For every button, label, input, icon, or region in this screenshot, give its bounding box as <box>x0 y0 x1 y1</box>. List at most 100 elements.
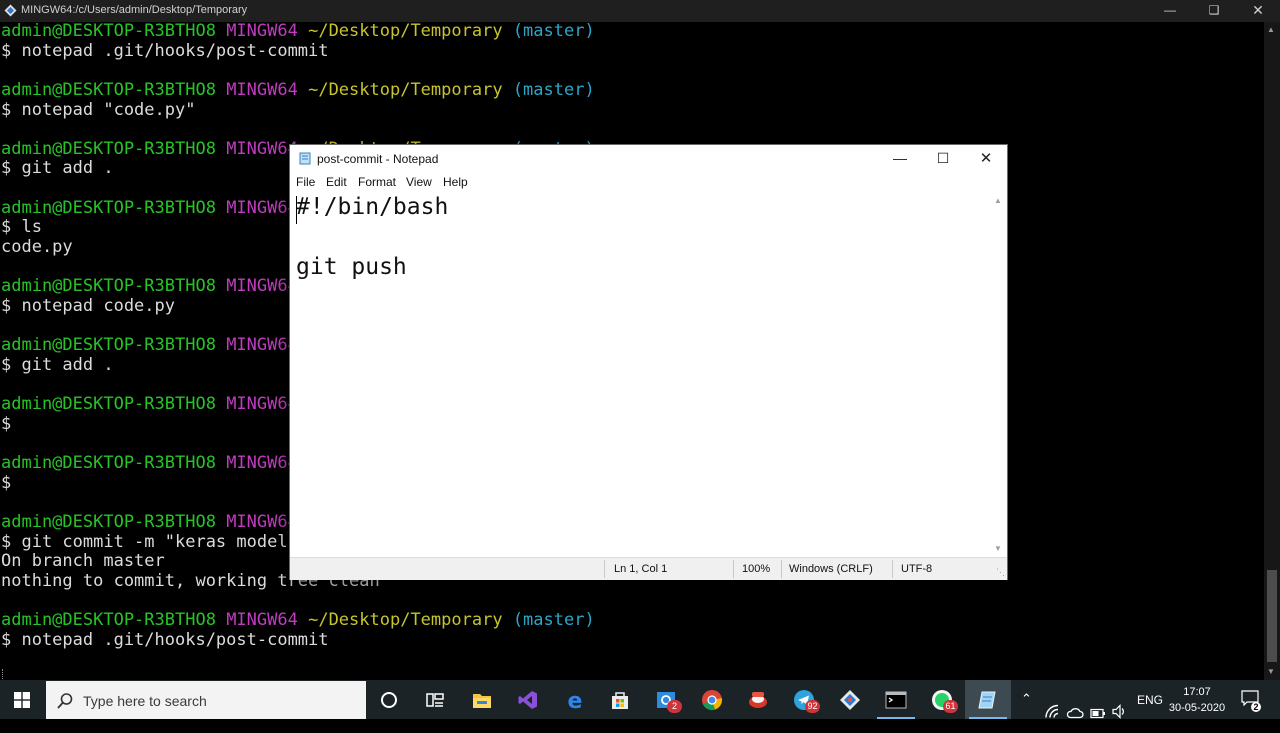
prompt-user-host: admin@DESKTOP-R3BTHO8 <box>1 79 216 100</box>
status-line-ending: Windows (CRLF) <box>789 563 873 575</box>
terminal-command: $ notepad .git/hooks/post-commit <box>1 40 329 61</box>
notepad-titlebar[interactable]: post-commit - Notepad — ☐ ✕ <box>290 145 1007 173</box>
prompt-env: MINGW64 <box>226 335 298 356</box>
terminal-titlebar[interactable]: MINGW64:/c/Users/admin/Desktop/Temporary… <box>0 0 1280 22</box>
prompt-path: ~/Desktop/Temporary <box>308 22 503 41</box>
status-zoom: 100% <box>742 563 771 575</box>
terminal-icon <box>885 691 907 709</box>
terminal-command: $ notepad "code.py" <box>1 99 196 120</box>
taskbar-task-view[interactable] <box>412 680 458 719</box>
taskbar-red-app[interactable] <box>735 680 781 719</box>
clock-date: 30-05-2020 <box>1168 702 1226 714</box>
taskbar-cortana[interactable] <box>366 680 412 719</box>
folder-icon <box>473 694 491 708</box>
taskbar-search-box[interactable]: Type here to search <box>46 681 366 719</box>
edge-icon: e <box>568 689 583 711</box>
taskbar-git[interactable] <box>827 680 873 719</box>
action-center-button[interactable]: 2 <box>1236 680 1280 719</box>
volume-icon[interactable] <box>1111 692 1127 731</box>
prompt-env: MINGW64 <box>226 610 298 631</box>
menu-file[interactable]: File <box>296 175 315 189</box>
menu-help[interactable]: Help <box>443 175 468 189</box>
taskbar-file-explorer[interactable] <box>459 680 505 719</box>
prompt-env: MINGW64 <box>226 453 298 474</box>
terminal-prompt-line: admin@DESKTOP-R3BTHO8 MINGW64 ~/Desktop/… <box>1 610 595 631</box>
wifi-icon[interactable] <box>1044 692 1060 731</box>
notepad-minimize-button[interactable]: — <box>878 145 922 173</box>
menu-view[interactable]: View <box>406 175 432 189</box>
taskbar-store[interactable] <box>597 680 643 719</box>
prompt-path: ~/Desktop/Temporary <box>308 79 503 100</box>
menu-edit[interactable]: Edit <box>326 175 347 189</box>
prompt-user-host: admin@DESKTOP-R3BTHO8 <box>1 138 216 159</box>
language-indicator[interactable]: ENG <box>1137 693 1163 732</box>
telegram-badge: 92 <box>805 700 820 713</box>
notepad-menubar: File Edit Format View Help <box>290 173 1007 192</box>
scroll-down-arrow-icon[interactable]: ▼ <box>994 544 1002 553</box>
clock[interactable]: 17:07 30-05-2020 <box>1168 684 1226 716</box>
prompt-env: MINGW64 <box>226 197 298 218</box>
notepad-scrollbar[interactable]: ▲ ▼ <box>990 192 1007 557</box>
notepad-icon <box>978 691 996 709</box>
battery-icon[interactable] <box>1090 694 1106 733</box>
scroll-up-arrow-icon[interactable]: ▲ <box>994 196 1002 205</box>
start-button[interactable] <box>0 680 44 719</box>
cortana-icon <box>381 692 397 708</box>
terminal-prompt-line: admin@DESKTOP-R3BTHO8 MINGW64 ~/Desktop/… <box>1 79 595 101</box>
prompt-user-host: admin@DESKTOP-R3BTHO8 <box>1 453 216 474</box>
prompt-user-host: admin@DESKTOP-R3BTHO8 <box>1 335 216 356</box>
scroll-up-arrow-icon[interactable]: ▲ <box>1267 25 1275 34</box>
taskbar-chrome[interactable] <box>689 680 735 719</box>
windows-logo-icon <box>14 692 30 708</box>
red-app-icon <box>749 692 767 708</box>
status-divider <box>733 560 734 578</box>
terminal-prompt-line: admin@DESKTOP-R3BTHO8 MINGW64 ~/Desktop/… <box>1 22 595 42</box>
taskbar-notepad[interactable] <box>965 680 1011 719</box>
visual-studio-icon <box>518 691 537 709</box>
cloud-icon[interactable] <box>1066 693 1084 732</box>
prompt-user-host: admin@DESKTOP-R3BTHO8 <box>1 394 216 415</box>
resize-grip-icon[interactable]: ⋱ <box>996 567 1005 578</box>
whatsapp-badge: 61 <box>943 700 958 713</box>
prompt-env: MINGW64 <box>226 79 298 100</box>
prompt-user-host: admin@DESKTOP-R3BTHO8 <box>1 22 216 41</box>
terminal-scrollbar[interactable]: ▲ ▼ <box>1264 22 1280 680</box>
notepad-icon <box>299 152 311 165</box>
taskbar-edge[interactable]: e <box>552 680 598 719</box>
notepad-close-button[interactable]: ✕ <box>964 145 1008 173</box>
prompt-branch: (master) <box>512 22 595 41</box>
menu-format[interactable]: Format <box>358 175 396 189</box>
prompt-branch: (master) <box>512 79 595 100</box>
taskbar-terminal[interactable] <box>873 680 919 719</box>
prompt-env: MINGW64 <box>226 512 298 533</box>
search-icon <box>57 693 73 709</box>
terminal-minimize-button[interactable]: — <box>1148 0 1192 22</box>
tray-overflow-chevron-icon[interactable]: ⌃ <box>1021 691 1032 730</box>
terminal-maximize-button[interactable]: ❑ <box>1192 0 1236 22</box>
scroll-down-arrow-icon[interactable]: ▼ <box>1267 667 1275 676</box>
terminal-cursor <box>2 669 4 680</box>
svg-text:e: e <box>568 689 583 711</box>
task-view-icon <box>426 693 444 707</box>
taskbar-telegram[interactable]: 92 <box>781 680 827 719</box>
text-line: #!/bin/bash <box>296 194 449 220</box>
status-divider <box>781 560 782 578</box>
status-divider <box>604 560 605 578</box>
mail-badge: 2 <box>667 700 682 713</box>
terminal-scroll-thumb[interactable] <box>1267 570 1277 662</box>
prompt-user-host: admin@DESKTOP-R3BTHO8 <box>1 197 216 218</box>
terminal-close-button[interactable]: ✕ <box>1236 0 1280 22</box>
taskbar-visual-studio[interactable] <box>505 680 551 719</box>
taskbar-whatsapp[interactable]: 61 <box>919 680 965 719</box>
notepad-text-area[interactable]: #!/bin/bash git push <box>290 192 990 557</box>
taskbar-mail[interactable]: 2 <box>643 680 689 719</box>
notepad-maximize-button[interactable]: ☐ <box>921 145 965 173</box>
prompt-user-host: admin@DESKTOP-R3BTHO8 <box>1 512 216 533</box>
prompt-env: MINGW64 <box>226 138 298 159</box>
git-icon <box>840 690 860 710</box>
notepad-title: post-commit - Notepad <box>317 152 439 166</box>
notepad-window[interactable]: post-commit - Notepad — ☐ ✕ File Edit Fo… <box>290 145 1007 580</box>
